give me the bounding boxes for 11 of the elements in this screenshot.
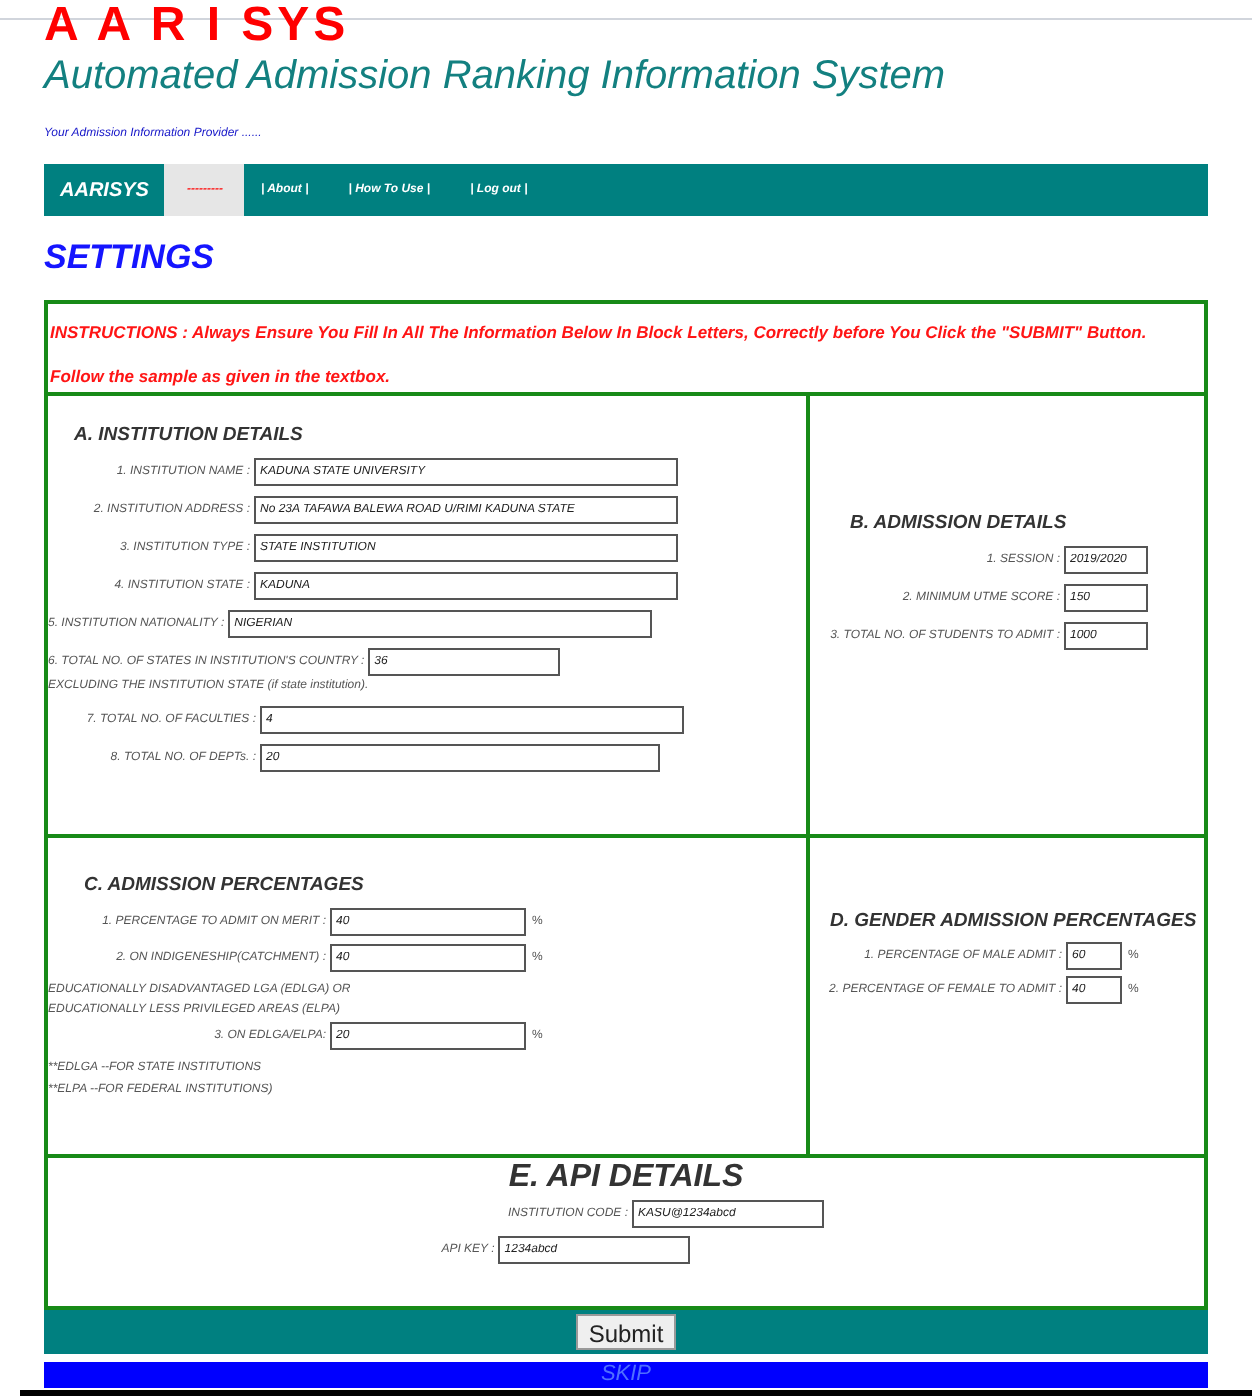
section-heading: C. ADMISSION PERCENTAGES xyxy=(84,874,364,897)
brand-link[interactable]: AARISYS xyxy=(44,164,165,216)
page-heading: SETTINGS xyxy=(44,236,215,280)
section-heading: B. ADMISSION DETAILS xyxy=(850,512,1067,535)
site-logo: A A R I SYS xyxy=(44,0,350,52)
section-heading: D. GENDER ADMISSION PERCENTAGES xyxy=(830,910,1197,933)
submit-button[interactable]: Submit xyxy=(576,1314,676,1350)
instructions-text: INSTRUCTIONS : Always Ensure You Fill In All The Information Below In Block Letters, Correctly before You Click the "SUBMIT" Button. Follow the sample as given in the textbox. xyxy=(50,320,1149,390)
section-heading: E. API DETAILS xyxy=(508,1158,744,1197)
section-heading: A. INSTITUTION DETAILS xyxy=(74,424,303,447)
site-title: Automated Admission Ranking Information System xyxy=(44,52,946,100)
